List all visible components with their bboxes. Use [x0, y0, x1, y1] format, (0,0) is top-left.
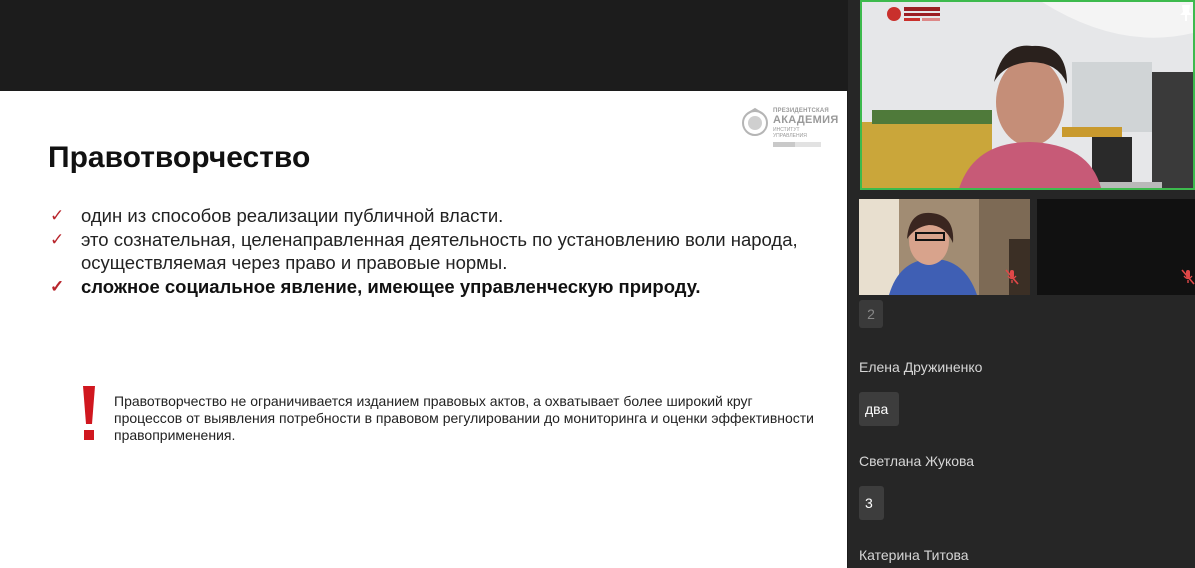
bullet-text: сложное социальное явление, имеющее упра… [81, 276, 701, 297]
mic-muted-icon [1005, 269, 1019, 285]
pin-icon[interactable] [1179, 4, 1193, 22]
participant-video-off[interactable] [1037, 199, 1195, 295]
participant-video[interactable] [859, 199, 1030, 295]
bullet-item: ✓ это сознательная, целенаправленная дея… [48, 228, 808, 274]
check-icon: ✓ [50, 206, 65, 225]
academy-seal-icon [742, 107, 768, 136]
speaker-video-frame [862, 2, 1193, 188]
logo-color-bars [773, 134, 821, 147]
academy-logo-icon [887, 7, 940, 21]
chat-message-bubble: 3 [859, 486, 884, 520]
mic-muted-icon [1181, 269, 1195, 285]
chat-author: Светлана Жукова [859, 453, 975, 469]
check-icon: ✓ [50, 277, 65, 296]
chat-message-bubble: два [859, 392, 899, 426]
bullet-text: один из способов реализации публичной вл… [81, 205, 504, 226]
chat-author: Катерина Титова [859, 547, 969, 563]
bullet-text: это сознательная, целенаправленная деяте… [81, 229, 798, 273]
slide-note: Правотворчество не ограничивается издани… [114, 393, 814, 443]
bullet-item: ✓ один из способов реализации публичной … [48, 204, 808, 227]
exclamation-icon [83, 386, 95, 440]
academy-logo: ПРЕЗИДЕНТСКАЯ АКАДЕМИЯ ИНСТИТУТ УПРАВЛЕН… [741, 104, 838, 147]
bullet-list: ✓ один из способов реализации публичной … [48, 204, 808, 299]
slide-title: Правотворчество [48, 141, 311, 174]
chat-panel [848, 296, 1195, 568]
bullet-item: ✓ сложное социальное явление, имеющее уп… [48, 275, 808, 298]
check-icon: ✓ [50, 230, 65, 249]
chat-author: Елена Дружиненко [859, 359, 983, 375]
logo-text-line2: АКАДЕМИЯ [773, 114, 839, 126]
active-speaker-video[interactable] [860, 0, 1195, 190]
chat-message-bubble: 2 [859, 300, 883, 328]
